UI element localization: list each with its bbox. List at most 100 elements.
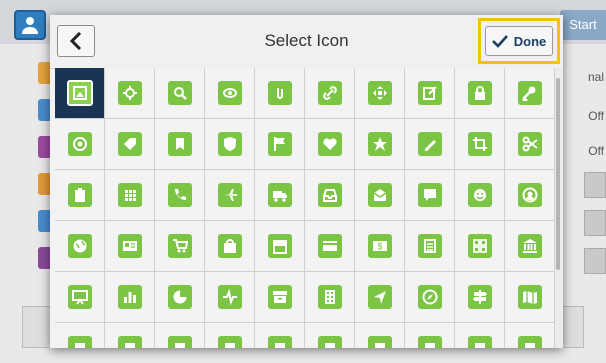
icon-option[interactable] [355, 119, 405, 170]
icon-option[interactable] [505, 221, 555, 272]
icon-option[interactable] [255, 119, 305, 170]
icon-option[interactable] [455, 170, 505, 221]
icon-option[interactable] [105, 170, 155, 221]
generic-icon [417, 336, 442, 348]
select-icon-dialog: Select Icon Done $ [50, 15, 563, 348]
icon-option[interactable] [455, 68, 505, 119]
icon-option[interactable] [155, 170, 205, 221]
icon-option[interactable] [205, 323, 255, 348]
icon-option[interactable] [405, 170, 455, 221]
icon-option[interactable] [355, 170, 405, 221]
icon-option[interactable] [255, 221, 305, 272]
paperclip-icon [267, 81, 292, 105]
done-label: Done [513, 33, 547, 49]
generic-icon [317, 336, 342, 348]
map-icon [517, 285, 542, 309]
icon-option[interactable] [205, 119, 255, 170]
done-button[interactable]: Done [485, 26, 553, 56]
icon-option[interactable] [455, 323, 505, 348]
icon-option[interactable] [505, 272, 555, 323]
money-icon: $ [367, 234, 392, 258]
icon-option[interactable] [255, 272, 305, 323]
bank-icon [517, 234, 542, 258]
icon-option[interactable] [305, 68, 355, 119]
icon-option[interactable] [405, 272, 455, 323]
cart-icon [167, 234, 192, 258]
generic-icon [267, 336, 292, 348]
icon-option[interactable] [55, 119, 105, 170]
side-value: Off [588, 109, 604, 123]
lock-icon [467, 81, 492, 105]
credit-card-icon [317, 234, 342, 258]
icon-option[interactable] [55, 68, 105, 119]
icon-option[interactable] [455, 119, 505, 170]
start-button[interactable]: Start [560, 10, 606, 40]
icon-option[interactable] [155, 221, 205, 272]
coins-icon [417, 234, 442, 258]
navigation-icon [367, 285, 392, 309]
icon-option[interactable] [505, 323, 555, 348]
icon-option[interactable] [105, 119, 155, 170]
icon-option[interactable]: $ [355, 221, 405, 272]
icon-option[interactable] [505, 170, 555, 221]
icon-option[interactable] [305, 221, 355, 272]
icon-option[interactable] [155, 119, 205, 170]
icon-option[interactable] [155, 323, 205, 348]
move-icon [367, 81, 392, 105]
search-icon [167, 81, 192, 105]
icon-option[interactable] [505, 119, 555, 170]
icon-option[interactable] [405, 68, 455, 119]
inbox-icon [317, 183, 342, 207]
icon-option[interactable] [205, 221, 255, 272]
icon-option[interactable] [255, 68, 305, 119]
icon-option[interactable] [455, 221, 505, 272]
icon-option[interactable] [255, 170, 305, 221]
icon-option[interactable] [355, 272, 405, 323]
user-button[interactable] [14, 10, 46, 40]
icon-option[interactable] [405, 323, 455, 348]
user-icon [22, 17, 38, 34]
icon-option[interactable] [105, 221, 155, 272]
icon-option[interactable] [305, 119, 355, 170]
icon-option[interactable] [305, 170, 355, 221]
edit-icon [417, 81, 442, 105]
icon-option[interactable] [205, 272, 255, 323]
pie-chart-icon [167, 285, 192, 309]
icon-option[interactable] [405, 119, 455, 170]
checkmark-icon [491, 35, 508, 48]
icon-option[interactable] [355, 323, 405, 348]
icon-option[interactable] [405, 221, 455, 272]
icon-option[interactable] [305, 272, 355, 323]
icon-option[interactable] [105, 323, 155, 348]
pen-icon [417, 132, 442, 156]
icon-option[interactable] [105, 68, 155, 119]
icon-option[interactable] [505, 68, 555, 119]
tag-icon [117, 132, 142, 156]
icon-option[interactable] [155, 272, 205, 323]
icon-option[interactable] [105, 272, 155, 323]
eye-icon [217, 81, 242, 105]
grid-icon [117, 183, 142, 207]
generic-icon [117, 336, 142, 348]
icon-option[interactable] [205, 68, 255, 119]
icon-option[interactable] [55, 170, 105, 221]
smiley-icon [467, 183, 492, 207]
side-button[interactable] [584, 210, 606, 236]
side-button[interactable] [584, 248, 606, 274]
icon-option[interactable] [455, 272, 505, 323]
icon-option[interactable] [55, 272, 105, 323]
icon-option[interactable] [355, 68, 405, 119]
icon-option[interactable] [255, 323, 305, 348]
calculator-icon [467, 234, 492, 258]
icon-option[interactable] [205, 170, 255, 221]
icon-option[interactable] [305, 323, 355, 348]
icon-option[interactable] [155, 68, 205, 119]
clipboard-icon [67, 183, 92, 207]
icon-option[interactable] [55, 221, 105, 272]
crop-icon [467, 132, 492, 156]
icon-option[interactable] [55, 323, 105, 348]
side-button[interactable] [584, 172, 606, 198]
scrollbar-thumb[interactable] [556, 78, 560, 270]
shield-icon [217, 132, 242, 156]
scrollbar[interactable] [555, 68, 563, 348]
